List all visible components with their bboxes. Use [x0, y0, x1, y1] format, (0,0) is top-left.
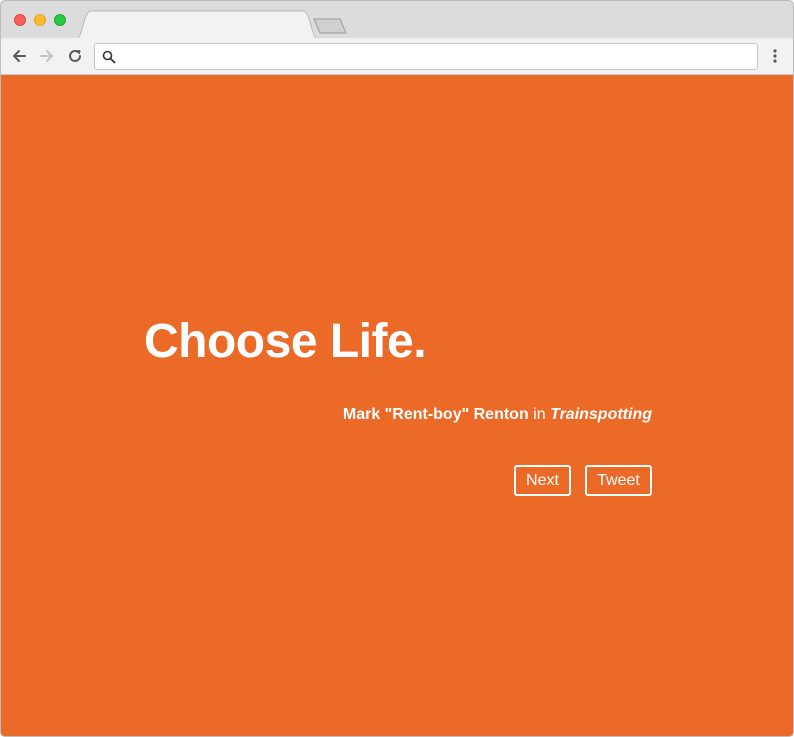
page-content: Choose Life. Mark "Rent-boy" Renton in T…	[2, 76, 793, 736]
tab-active[interactable]	[75, 10, 319, 40]
reload-icon[interactable]	[66, 47, 84, 65]
next-button[interactable]: Next	[514, 465, 571, 496]
quote-film: Trainspotting	[550, 406, 652, 423]
close-window-button[interactable]	[14, 14, 26, 26]
minimize-window-button[interactable]	[34, 14, 46, 26]
new-tab-button[interactable]	[311, 17, 349, 35]
address-bar[interactable]	[94, 43, 758, 70]
quote-attribution: Mark "Rent-boy" Renton in Trainspotting	[343, 406, 652, 424]
arrow-right-icon[interactable]	[38, 47, 56, 65]
browser-window: Choose Life. Mark "Rent-boy" Renton in T…	[0, 0, 794, 737]
zoom-window-button[interactable]	[54, 14, 66, 26]
address-input[interactable]	[121, 47, 741, 66]
search-icon	[102, 50, 116, 64]
quote-text: Choose Life.	[144, 315, 427, 368]
toolbar	[1, 38, 793, 75]
arrow-left-icon[interactable]	[10, 47, 28, 65]
quote-speaker: Mark "Rent-boy" Renton	[342, 406, 529, 423]
attribution-connector: in	[533, 406, 546, 423]
tab-shape	[75, 10, 319, 40]
tweet-button[interactable]: Tweet	[585, 465, 652, 496]
tab-strip	[1, 1, 793, 40]
more-vertical-icon[interactable]	[768, 47, 782, 65]
